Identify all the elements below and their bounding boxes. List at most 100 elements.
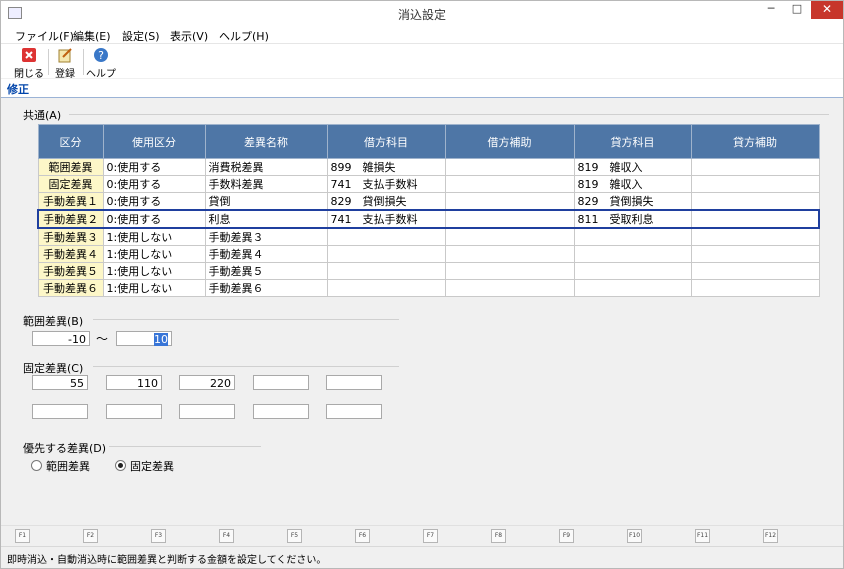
table-cell[interactable]	[444, 175, 575, 193]
table-cell[interactable]: 手動差異４	[204, 245, 328, 263]
column-header: 差異名称	[204, 124, 328, 159]
table-cell[interactable]	[444, 245, 575, 263]
fkey-f9[interactable]: F9	[559, 529, 574, 543]
menu-file[interactable]: ファイル(F)	[15, 28, 74, 44]
range-to-input[interactable]: 10	[116, 331, 172, 346]
table-cell[interactable]	[326, 245, 446, 263]
table-cell[interactable]	[690, 158, 820, 176]
radio-fixed[interactable]: 固定差異	[115, 458, 174, 474]
table-row[interactable]: 固定差異 0:使用する 手数料差異 741 支払手数料 819 雑収入	[37, 175, 820, 193]
fixed-amount-input[interactable]	[32, 404, 88, 419]
table-row-selected[interactable]: 手動差異２ 0:使用する 利息 741 支払手数料 811 受取利息	[37, 209, 820, 229]
table-cell[interactable]: 消費税差異	[204, 158, 328, 176]
fkey-f1[interactable]: F1	[15, 529, 30, 543]
fkey-f11[interactable]: F11	[695, 529, 710, 543]
table-cell[interactable]: 利息	[204, 209, 328, 229]
table-cell[interactable]: 829 貸倒損失	[326, 192, 446, 211]
table-row[interactable]: 手動差異４ 1:使用しない 手動差異４	[37, 245, 820, 263]
table-cell[interactable]	[444, 158, 575, 176]
table-cell[interactable]	[573, 262, 692, 280]
help-tool-button[interactable]: ? ヘルプ	[85, 46, 117, 80]
table-cell[interactable]: 1:使用しない	[102, 227, 206, 246]
table-cell[interactable]	[326, 227, 446, 246]
table-cell[interactable]	[444, 227, 575, 246]
table-cell[interactable]: 1:使用しない	[102, 245, 206, 263]
fixed-amount-input[interactable]: 110	[106, 375, 162, 390]
table-cell[interactable]: 貸倒	[204, 192, 328, 211]
range-from-input[interactable]: -10	[32, 331, 90, 346]
table-cell[interactable]	[444, 192, 575, 211]
table-cell[interactable]: 手数料差異	[204, 175, 328, 193]
table-cell[interactable]	[690, 192, 820, 211]
table-cell[interactable]	[444, 279, 575, 297]
table-cell[interactable]	[690, 262, 820, 280]
minimize-button[interactable]: ─	[758, 1, 784, 19]
tab-edit[interactable]: 修正	[7, 81, 29, 97]
table-row[interactable]: 手動差異５ 1:使用しない 手動差異５	[37, 262, 820, 280]
radio-range-label: 範囲差異	[46, 460, 90, 473]
fkey-f3[interactable]: F3	[151, 529, 166, 543]
fixed-amount-input[interactable]: 220	[179, 375, 235, 390]
table-cell[interactable]	[573, 279, 692, 297]
table-cell: 手動差異６	[37, 279, 104, 297]
table-cell[interactable]: 829 貸倒損失	[573, 192, 692, 211]
fixed-amount-input[interactable]	[253, 375, 309, 390]
table-cell[interactable]	[690, 245, 820, 263]
table-row[interactable]: 手動差異６ 1:使用しない 手動差異６	[37, 279, 820, 297]
table-cell[interactable]	[444, 209, 575, 229]
fixed-amount-input[interactable]	[326, 375, 382, 390]
table-cell[interactable]	[690, 175, 820, 193]
fkey-f10[interactable]: F10	[627, 529, 642, 543]
fixed-amount-input[interactable]	[326, 404, 382, 419]
fkey-f2[interactable]: F2	[83, 529, 98, 543]
fkey-f8[interactable]: F8	[491, 529, 506, 543]
table-cell: 手動差異５	[37, 262, 104, 280]
table-cell[interactable]	[690, 279, 820, 297]
table-cell[interactable]	[444, 262, 575, 280]
table-cell[interactable]: 819 雑収入	[573, 175, 692, 193]
table-row[interactable]: 手動差異３ 1:使用しない 手動差異３	[37, 227, 820, 246]
table-cell[interactable]	[326, 262, 446, 280]
close-tool-button[interactable]: 閉じる	[13, 46, 45, 80]
table-cell[interactable]	[690, 209, 820, 229]
fixed-amount-input[interactable]	[179, 404, 235, 419]
fkey-f4[interactable]: F4	[219, 529, 234, 543]
table-cell[interactable]: 899 雑損失	[326, 158, 446, 176]
menu-edit[interactable]: 編集(E)	[73, 28, 111, 44]
table-cell[interactable]: 0:使用する	[102, 158, 206, 176]
radio-range[interactable]: 範囲差異	[31, 458, 90, 474]
table-cell[interactable]: 手動差異３	[204, 227, 328, 246]
table-row[interactable]: 範囲差異 0:使用する 消費税差異 899 雑損失 819 雑収入	[37, 158, 820, 176]
table-cell[interactable]: 0:使用する	[102, 192, 206, 211]
register-tool-button[interactable]: 登録	[49, 46, 81, 80]
fkey-f6[interactable]: F6	[355, 529, 370, 543]
table-cell[interactable]	[573, 245, 692, 263]
table-cell[interactable]	[690, 227, 820, 246]
table-cell[interactable]: 0:使用する	[102, 175, 206, 193]
fkey-f12[interactable]: F12	[763, 529, 778, 543]
table-cell[interactable]: 819 雑収入	[573, 158, 692, 176]
table-cell[interactable]	[326, 279, 446, 297]
table-cell[interactable]: 1:使用しない	[102, 279, 206, 297]
table-cell[interactable]: 手動差異５	[204, 262, 328, 280]
table-cell[interactable]	[573, 227, 692, 246]
fkey-f7[interactable]: F7	[423, 529, 438, 543]
menu-view[interactable]: 表示(V)	[170, 28, 208, 44]
table-cell[interactable]: 手動差異６	[204, 279, 328, 297]
table-cell[interactable]: 0:使用する	[102, 209, 206, 229]
maximize-button[interactable]: □	[784, 1, 810, 19]
range-tilde: ～	[96, 332, 109, 346]
menu-help[interactable]: ヘルプ(H)	[219, 28, 269, 44]
table-cell[interactable]: 741 支払手数料	[326, 175, 446, 193]
menu-settings[interactable]: 設定(S)	[122, 28, 160, 44]
fixed-amount-input[interactable]	[106, 404, 162, 419]
table-row[interactable]: 手動差異１ 0:使用する 貸倒 829 貸倒損失 829 貸倒損失	[37, 192, 820, 211]
table-cell[interactable]: 1:使用しない	[102, 262, 206, 280]
table-cell[interactable]: 741 支払手数料	[326, 209, 446, 229]
radio-fixed-label: 固定差異	[130, 460, 174, 473]
table-cell[interactable]: 811 受取利息	[573, 209, 692, 229]
close-window-button[interactable]: ✕	[811, 1, 843, 19]
fixed-amount-input[interactable]	[253, 404, 309, 419]
fkey-f5[interactable]: F5	[287, 529, 302, 543]
fixed-amount-input[interactable]: 55	[32, 375, 88, 390]
